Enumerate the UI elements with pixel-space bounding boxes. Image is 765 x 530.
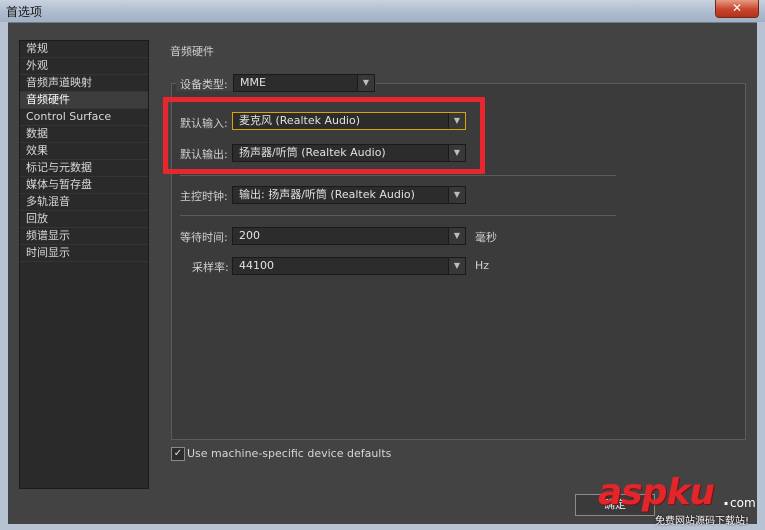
watermark-slogan: 免费网站源码下载站!: [655, 516, 750, 527]
chevron-down-icon: ▼: [448, 258, 465, 274]
chevron-down-icon: ▼: [448, 228, 465, 244]
device-defaults-label[interactable]: Use machine-specific device defaults: [187, 447, 391, 460]
device-type-dropdown[interactable]: MME ▼: [233, 74, 375, 92]
sidebar-item-multitrack[interactable]: 多轨混音: [20, 194, 148, 211]
latency-label: 等待时间:: [180, 231, 228, 244]
chevron-down-icon: ▼: [357, 75, 374, 91]
sample-rate-label: 采样率:: [192, 261, 229, 274]
watermark-dot: .: [723, 490, 730, 509]
device-type-value: MME: [240, 76, 266, 89]
sidebar-item-markers-metadata[interactable]: 标记与元数据: [20, 160, 148, 177]
sidebar-item-spectral-display[interactable]: 频谱显示: [20, 228, 148, 245]
sidebar-item-appearance[interactable]: 外观: [20, 58, 148, 75]
sidebar-item-effects[interactable]: 效果: [20, 143, 148, 160]
divider: [180, 215, 616, 216]
highlight-annotation: [163, 97, 485, 174]
sidebar-item-audio-hardware[interactable]: 音频硬件: [20, 92, 148, 109]
master-clock-value: 输出: 扬声器/听筒 (Realtek Audio): [239, 188, 415, 201]
sidebar-item-playback[interactable]: 回放: [20, 211, 148, 228]
sidebar-item-data[interactable]: 数据: [20, 126, 148, 143]
title-bar: 首选项 ✕: [0, 0, 765, 23]
latency-dropdown[interactable]: 200 ▼: [232, 227, 466, 245]
window-frame-right: [757, 22, 765, 530]
watermark-logo: aspku: [598, 472, 715, 513]
sample-rate-value: 44100: [239, 259, 274, 272]
sidebar-item-time-display[interactable]: 时间显示: [20, 245, 148, 262]
window-frame-bottom: [0, 524, 765, 530]
device-type-label: 设备类型:: [180, 78, 228, 91]
sample-rate-dropdown[interactable]: 44100 ▼: [232, 257, 466, 275]
checkmark-icon: ✓: [173, 448, 183, 459]
master-clock-label: 主控时钟:: [180, 190, 228, 203]
sample-rate-unit: Hz: [475, 259, 490, 272]
sidebar-item-media-cache[interactable]: 媒体与暂存盘: [20, 177, 148, 194]
panel-title: 音频硬件: [170, 45, 214, 58]
divider: [180, 175, 616, 176]
window-frame-left: [0, 22, 8, 530]
close-button[interactable]: ✕: [715, 0, 759, 18]
sidebar-item-general[interactable]: 常规: [20, 41, 148, 58]
close-icon: ✕: [731, 1, 743, 15]
device-defaults-checkbox[interactable]: ✓: [171, 447, 185, 461]
master-clock-dropdown[interactable]: 输出: 扬声器/听筒 (Realtek Audio) ▼: [232, 186, 466, 204]
latency-unit: 毫秒: [475, 231, 497, 244]
latency-value: 200: [239, 229, 260, 242]
chevron-down-icon: ▼: [448, 187, 465, 203]
sidebar-item-audio-channel-mapping[interactable]: 音频声道映射: [20, 75, 148, 92]
sidebar-item-control-surface[interactable]: Control Surface: [20, 109, 148, 126]
watermark-com: com: [730, 496, 756, 510]
category-list[interactable]: 常规 外观 音频声道映射 音频硬件 Control Surface 数据 效果 …: [19, 40, 149, 489]
window-title: 首选项: [6, 5, 43, 19]
